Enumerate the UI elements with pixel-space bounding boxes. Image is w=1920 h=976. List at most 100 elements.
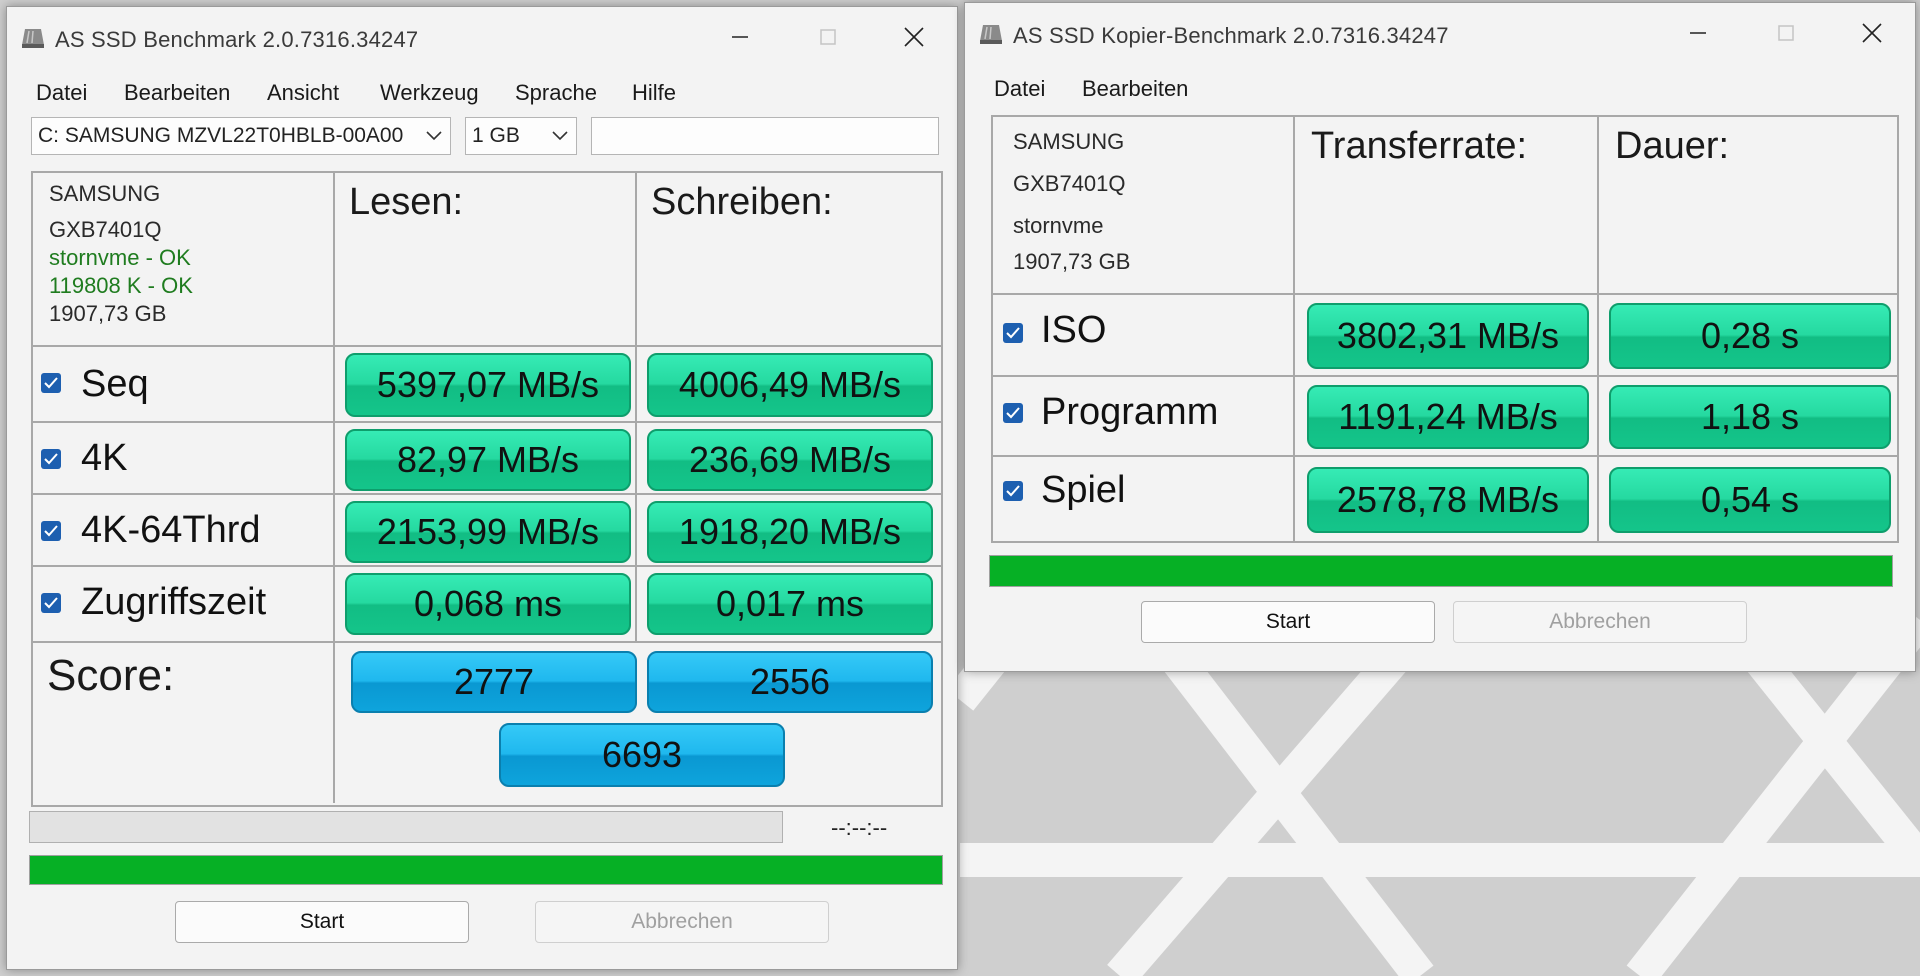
maximize-button[interactable] xyxy=(803,19,853,55)
copy-results-grid: SAMSUNG GXB7401Q stornvme 1907,73 GB Tra… xyxy=(991,115,1899,543)
score-write: 2556 xyxy=(647,651,933,713)
score-label: Score: xyxy=(47,651,175,700)
test-progress-bar xyxy=(29,811,783,843)
row-seq-label-cell xyxy=(33,347,335,423)
read-column-header: Lesen: xyxy=(349,181,464,223)
4k-checkbox[interactable] xyxy=(41,449,61,469)
menu-ansicht[interactable]: Ansicht xyxy=(267,80,339,106)
seq-label: Seq xyxy=(81,363,149,405)
4k64thrd-write-value: 1918,20 MB/s xyxy=(647,501,933,563)
overall-progress-fill xyxy=(30,856,942,884)
drive-firmware: GXB7401Q xyxy=(49,217,162,242)
drive-icon xyxy=(980,25,1002,44)
4k-label: 4K xyxy=(81,437,128,479)
menu-datei[interactable]: Datei xyxy=(36,80,87,106)
program-time-value: 1,18 s xyxy=(1609,385,1891,449)
title-bar: AS SSD Benchmark 2.0.7316.34247 xyxy=(7,7,957,63)
access-time-read-value: 0,068 ms xyxy=(345,573,631,635)
drive-select-value: C: SAMSUNG MZVL22T0HBLB-00A00 xyxy=(38,124,404,147)
4k64thrd-read-value: 2153,99 MB/s xyxy=(345,501,631,563)
minimize-button[interactable] xyxy=(715,19,765,55)
menu-bearbeiten[interactable]: Bearbeiten xyxy=(1082,76,1188,102)
close-button[interactable] xyxy=(889,19,939,55)
seq-write-value: 4006,49 MB/s xyxy=(647,353,933,417)
menu-sprache[interactable]: Sprache xyxy=(515,80,597,106)
copy-progress-bar xyxy=(989,555,1893,587)
maximize-icon xyxy=(1778,25,1794,41)
game-rate-value: 2578,78 MB/s xyxy=(1307,467,1589,533)
score-total: 6693 xyxy=(499,723,785,787)
drive-firmware: GXB7401Q xyxy=(1013,171,1126,196)
drive-capacity: 1907,73 GB xyxy=(49,301,167,326)
menu-werkzeug[interactable]: Werkzeug xyxy=(380,80,479,106)
size-select-value: 1 GB xyxy=(472,124,520,147)
seq-checkbox[interactable] xyxy=(41,373,61,393)
checkmark-icon xyxy=(44,377,58,389)
score-panel: Score: 2777 2556 6693 xyxy=(31,643,943,807)
game-label: Spiel xyxy=(1041,469,1126,511)
iso-checkbox[interactable] xyxy=(1003,323,1023,343)
checkmark-icon xyxy=(1006,407,1020,419)
elapsed-time: --:--:-- xyxy=(831,815,888,840)
iso-rate-value: 3802,31 MB/s xyxy=(1307,303,1589,369)
access-time-write-value: 0,017 ms xyxy=(647,573,933,635)
menu-bearbeiten[interactable]: Bearbeiten xyxy=(124,80,230,106)
iso-label: ISO xyxy=(1041,309,1107,351)
chevron-down-icon xyxy=(426,131,442,141)
minimize-icon xyxy=(1690,32,1706,34)
window-title: AS SSD Kopier-Benchmark 2.0.7316.34247 xyxy=(1013,23,1449,48)
game-time-value: 0,54 s xyxy=(1609,467,1891,533)
cancel-button[interactable]: Abbrechen xyxy=(1453,601,1747,643)
copy-benchmark-window: AS SSD Kopier-Benchmark 2.0.7316.34247 D… xyxy=(964,2,1916,672)
drive-driver: stornvme xyxy=(1013,213,1104,238)
iso-time-value: 0,28 s xyxy=(1609,303,1891,369)
drive-capacity: 1907,73 GB xyxy=(1013,249,1131,274)
cancel-button[interactable]: Abbrechen xyxy=(535,901,829,943)
drive-vendor: SAMSUNG xyxy=(49,181,161,206)
close-icon xyxy=(1862,23,1882,43)
4k64thrd-checkbox[interactable] xyxy=(41,521,61,541)
minimize-icon xyxy=(732,36,748,38)
row-game-label-cell xyxy=(993,457,1295,541)
access-time-label: Zugriffszeit xyxy=(81,581,267,623)
access-time-checkbox[interactable] xyxy=(41,593,61,613)
menu-datei[interactable]: Datei xyxy=(994,76,1045,102)
menu-bar: Datei Bearbeiten xyxy=(965,69,1915,109)
overall-progress-bar xyxy=(29,855,943,885)
menu-bar: Datei Bearbeiten Ansicht Werkzeug Sprach… xyxy=(7,73,957,113)
seq-read-value: 5397,07 MB/s xyxy=(345,353,631,417)
maximize-icon xyxy=(820,29,836,45)
benchmark-window: AS SSD Benchmark 2.0.7316.34247 Datei Be… xyxy=(6,6,958,970)
minimize-button[interactable] xyxy=(1673,15,1723,51)
close-button[interactable] xyxy=(1847,15,1897,51)
drive-vendor: SAMSUNG xyxy=(1013,129,1125,154)
menu-hilfe[interactable]: Hilfe xyxy=(632,80,676,106)
write-column-header: Schreiben: xyxy=(651,181,833,223)
program-label: Programm xyxy=(1041,391,1219,433)
checkmark-icon xyxy=(44,597,58,609)
chevron-down-icon xyxy=(552,131,568,141)
program-rate-value: 1191,24 MB/s xyxy=(1307,385,1589,449)
title-bar: AS SSD Kopier-Benchmark 2.0.7316.34247 xyxy=(965,3,1915,59)
maximize-button[interactable] xyxy=(1761,15,1811,51)
time-column-header: Dauer: xyxy=(1615,125,1730,167)
results-grid: SAMSUNG GXB7401Q stornvme - OK 119808 K … xyxy=(31,171,943,643)
drive-alignment-status: 119808 K - OK xyxy=(49,273,193,298)
score-read: 2777 xyxy=(351,651,637,713)
row-4k-label-cell xyxy=(33,423,335,495)
window-title: AS SSD Benchmark 2.0.7316.34247 xyxy=(55,27,419,52)
drive-driver-status: stornvme - OK xyxy=(49,245,191,270)
4k64thrd-label: 4K-64Thrd xyxy=(81,509,261,551)
start-button[interactable]: Start xyxy=(175,901,469,943)
size-select[interactable]: 1 GB xyxy=(465,117,577,155)
close-icon xyxy=(904,27,924,47)
start-button[interactable]: Start xyxy=(1141,601,1435,643)
4k-write-value: 236,69 MB/s xyxy=(647,429,933,491)
drive-select[interactable]: C: SAMSUNG MZVL22T0HBLB-00A00 xyxy=(31,117,451,155)
game-checkbox[interactable] xyxy=(1003,481,1023,501)
copy-progress-fill xyxy=(990,556,1892,586)
rate-column-header: Transferrate: xyxy=(1311,125,1528,167)
checkmark-icon xyxy=(44,525,58,537)
text-field[interactable] xyxy=(591,117,939,155)
program-checkbox[interactable] xyxy=(1003,403,1023,423)
